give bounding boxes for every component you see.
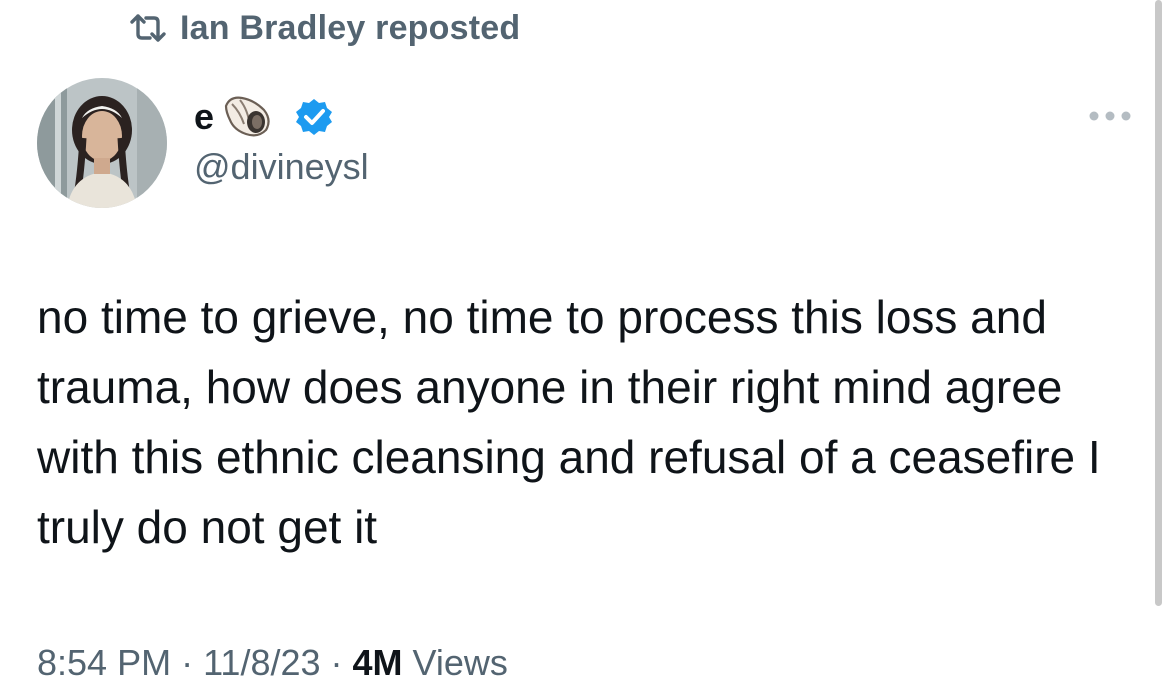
tweet-time[interactable]: 8:54 PM: [37, 642, 171, 684]
author-handle[interactable]: @divineysl: [194, 146, 369, 188]
author-name-row[interactable]: e: [194, 92, 334, 142]
tweet-date[interactable]: 11/8/23: [203, 642, 320, 684]
tweet-view: Ian Bradley reposted e @divineysl no tim…: [0, 0, 1170, 690]
repost-icon: [128, 12, 168, 44]
views-label: Views: [412, 642, 508, 683]
meta-separator: ·: [330, 642, 343, 683]
more-options-button[interactable]: [1082, 98, 1138, 134]
repost-label: Ian Bradley reposted: [180, 8, 521, 47]
tweet-text: no time to grieve, no time to process th…: [37, 291, 1101, 553]
meta-separator: ·: [181, 642, 194, 683]
avatar[interactable]: [37, 78, 167, 208]
verified-badge-icon[interactable]: [294, 97, 334, 137]
tweet-meta: 8:54 PM · 11/8/23 · 4M Views: [37, 636, 508, 690]
display-name[interactable]: e: [194, 96, 214, 138]
shell-icon: [220, 94, 274, 140]
scrollbar[interactable]: [1155, 0, 1162, 606]
more-horizontal-icon: [1088, 110, 1132, 122]
views-count: 4M: [352, 642, 403, 683]
repost-indicator[interactable]: Ian Bradley reposted: [128, 6, 520, 50]
